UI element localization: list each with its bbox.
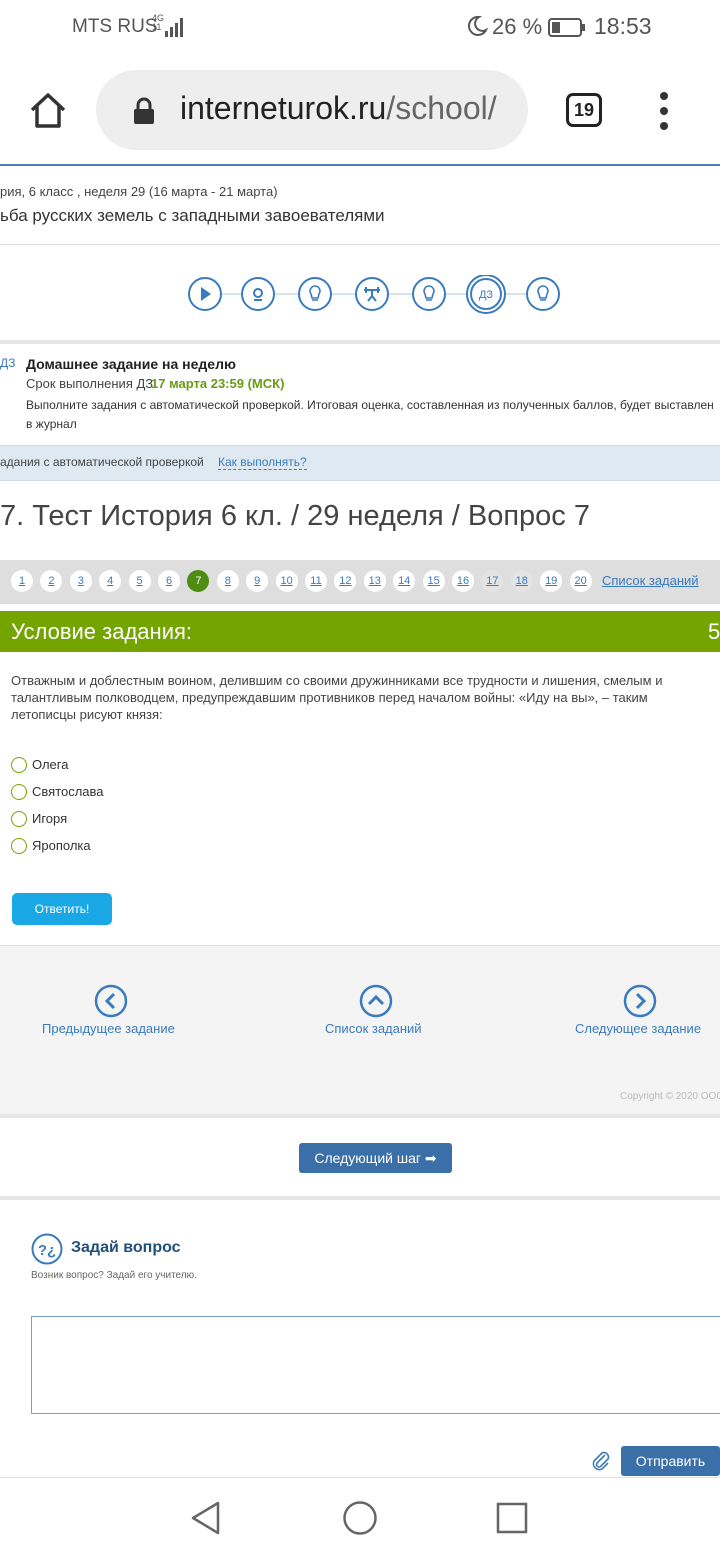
divider: [0, 1196, 720, 1200]
option-label: Игоря: [32, 811, 68, 826]
divider: [0, 1114, 720, 1118]
tab-switcher-button[interactable]: 19: [566, 93, 602, 127]
url-text[interactable]: interneturok.ru/school/: [180, 90, 510, 127]
task-list-nav-link[interactable]: Список заданий: [325, 1021, 422, 1036]
question-textarea[interactable]: [31, 1316, 720, 1414]
ask-question-subtitle: Возник вопрос? Задай его учителю.: [31, 1270, 197, 1281]
condition-title: Условие задания:: [11, 619, 193, 644]
svg-text:?¿: ?¿: [38, 1242, 56, 1259]
pager-item[interactable]: 16: [452, 570, 474, 592]
radio-button[interactable]: [11, 811, 27, 827]
pager-item[interactable]: 1: [11, 570, 33, 592]
step-exercise[interactable]: [355, 277, 389, 311]
carrier-name: MTS RUS: [72, 16, 158, 37]
divider: [0, 244, 720, 245]
send-button[interactable]: Отправить: [621, 1446, 720, 1476]
home-circle-icon[interactable]: [342, 1500, 378, 1536]
auto-check-text: адания с автоматической проверкой: [0, 455, 204, 469]
lock-icon: [134, 97, 154, 124]
radio-button[interactable]: [11, 838, 27, 854]
pager-item[interactable]: 13: [363, 570, 386, 592]
step-homework[interactable]: ДЗ: [466, 275, 506, 314]
network-type: 4G 11: [152, 13, 165, 32]
moon-icon: [467, 15, 488, 36]
homework-description: Выполните задания с автоматической прове…: [26, 398, 714, 431]
homework-icon: ДЗ: [479, 289, 493, 301]
battery-percent: 26 %: [492, 14, 543, 39]
recent-apps-icon[interactable]: [496, 1502, 528, 1534]
copyright: Copyright © 2020 ООО: [620, 1091, 720, 1102]
radio-button[interactable]: [11, 757, 27, 773]
step-webinar[interactable]: [241, 277, 275, 311]
pager-item[interactable]: 5: [128, 570, 151, 592]
pager-item[interactable]: 8: [216, 570, 239, 592]
battery-icon: [548, 18, 585, 37]
deadline-value: 17 марта 23:59 (МСК): [151, 376, 285, 391]
test-title: 7. Тест История 6 кл. / 29 неделя / Вопр…: [0, 500, 590, 532]
option-label: Олега: [32, 757, 69, 772]
answer-button[interactable]: Ответить!: [12, 893, 112, 925]
lesson-title: ьба русских земель с западными завоевате…: [0, 206, 385, 225]
home-icon[interactable]: [28, 90, 68, 130]
back-icon[interactable]: [190, 1500, 222, 1536]
step-lightbulb-3[interactable]: [526, 277, 560, 311]
paperclip-icon[interactable]: [590, 1450, 612, 1472]
breadcrumb: рия, 6 класс , неделя 29 (16 марта - 21 …: [0, 184, 278, 199]
divider: [0, 340, 720, 344]
chevron-right-icon[interactable]: [623, 984, 657, 1018]
homework-badge: ДЗ: [0, 356, 16, 370]
question-icon: ?¿: [31, 1233, 63, 1265]
option-label: Ярополка: [32, 838, 91, 853]
pager-item[interactable]: 10: [275, 570, 298, 592]
homework-title: Домашнее задание на неделю: [26, 356, 236, 372]
pager-item[interactable]: 6: [158, 570, 180, 592]
step-lightbulb-1[interactable]: [298, 277, 332, 311]
ask-question-title: Задай вопрос: [71, 1239, 181, 1256]
clock: 18:53: [594, 13, 652, 39]
next-task-link[interactable]: Следующее задание: [575, 1021, 701, 1036]
question-text: Отважным и доблестным воином, делившим с…: [11, 673, 663, 722]
points-value: 5: [708, 619, 720, 644]
lesson-steps: ДЗ: [188, 275, 560, 314]
pager-item[interactable]: 15: [422, 570, 445, 592]
option-label: Святослава: [32, 784, 104, 799]
signal-icon: [165, 18, 183, 37]
step-lightbulb-2[interactable]: [412, 277, 446, 311]
chevron-up-icon[interactable]: [359, 984, 393, 1018]
step-video[interactable]: [188, 277, 222, 311]
pager-item[interactable]: 3: [69, 570, 92, 592]
prev-task-link[interactable]: Предыдущее задание: [42, 1021, 175, 1036]
pager-item[interactable]: 18: [510, 570, 533, 592]
radio-button[interactable]: [11, 784, 27, 800]
task-list-link[interactable]: Список заданий: [602, 573, 699, 588]
next-step-button[interactable]: Следующий шаг ➡: [299, 1143, 452, 1173]
more-menu-icon[interactable]: [654, 92, 674, 130]
pager-item[interactable]: 11: [305, 570, 327, 592]
pager-item[interactable]: 20: [569, 570, 592, 592]
how-to-link[interactable]: Как выполнять?: [218, 455, 307, 470]
deadline-label: Срок выполнения ДЗ:: [26, 376, 157, 391]
chevron-left-icon[interactable]: [94, 984, 128, 1018]
